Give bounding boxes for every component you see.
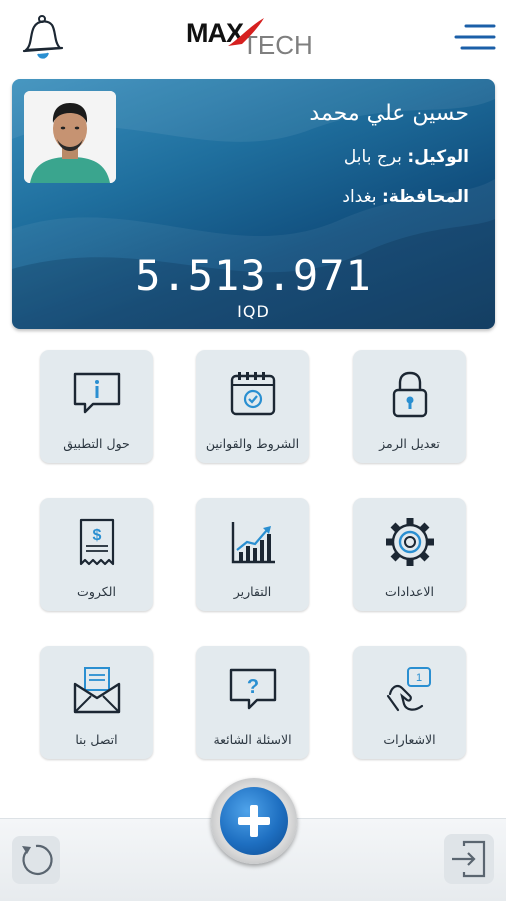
province-line: المحافظة: بغداد [342,187,469,207]
tile-notifications[interactable]: 1 الاشعارات [353,646,466,759]
avatar [24,91,116,183]
tile-label: الكروت [77,584,116,599]
app-logo: MAX TECH [184,16,324,60]
province-value: بغداد [342,187,377,207]
lock-icon [392,371,428,418]
info-chat-icon [73,372,121,414]
logo-swoosh-icon [228,18,264,46]
user-name: حسين علي محمد [309,101,469,126]
refresh-button[interactable] [12,836,60,884]
agent-label: الوكيل: [407,147,469,167]
tile-label: الاعدادات [385,584,434,599]
tile-label: الاشعارات [383,732,436,747]
add-button-face [220,787,288,855]
balance-amount: 5.513.971 [135,251,372,300]
tile-label: الاسئلة الشائعة [213,732,292,747]
svg-text:$: $ [93,527,102,544]
refresh-icon [22,844,53,876]
chart-icon [231,522,275,564]
logout-icon [452,840,486,878]
tile-label: اتصل بنا [75,732,118,747]
app-header: MAX TECH [0,0,506,78]
agent-line: الوكيل: برج بابل [344,147,469,167]
tile-label: الشروط والقوانين [205,436,300,451]
gear-icon [386,518,434,566]
tile-contact[interactable]: اتصل بنا [40,646,153,759]
tile-label: حول التطبيق [63,436,130,451]
balance-currency: IQD [237,302,270,321]
calendar-check-icon [230,372,276,416]
tile-label: تعديل الرمز [379,436,440,451]
plus-icon [238,805,270,837]
hamburger-menu-icon[interactable] [452,20,496,54]
tile-label: التقارير [233,584,272,599]
logout-button[interactable] [444,834,494,884]
tile-settings[interactable]: الاعدادات [353,498,466,611]
avatar-photo [24,91,116,183]
receipt-icon: $ [79,518,115,566]
tile-change-pin[interactable]: تعديل الرمز [353,350,466,463]
svg-text:?: ? [247,676,259,698]
bell-icon[interactable] [18,12,64,62]
question-chat-icon: ? [229,668,277,710]
province-label: المحافظة: [381,187,469,207]
notification-hand-icon: 1 [386,667,431,712]
profile-card: حسين علي محمد الوكيل: برج بابل المحافظة:… [12,79,495,329]
mail-icon [73,667,121,714]
tile-cards[interactable]: $ الكروت [40,498,153,611]
svg-text:1: 1 [416,672,422,684]
tile-about[interactable]: حول التطبيق [40,350,153,463]
tile-reports[interactable]: التقارير [196,498,309,611]
tile-terms[interactable]: الشروط والقوانين [196,350,309,463]
add-button[interactable] [211,778,297,864]
tile-faq[interactable]: ? الاسئلة الشائعة [196,646,309,759]
agent-value: برج بابل [343,147,402,167]
